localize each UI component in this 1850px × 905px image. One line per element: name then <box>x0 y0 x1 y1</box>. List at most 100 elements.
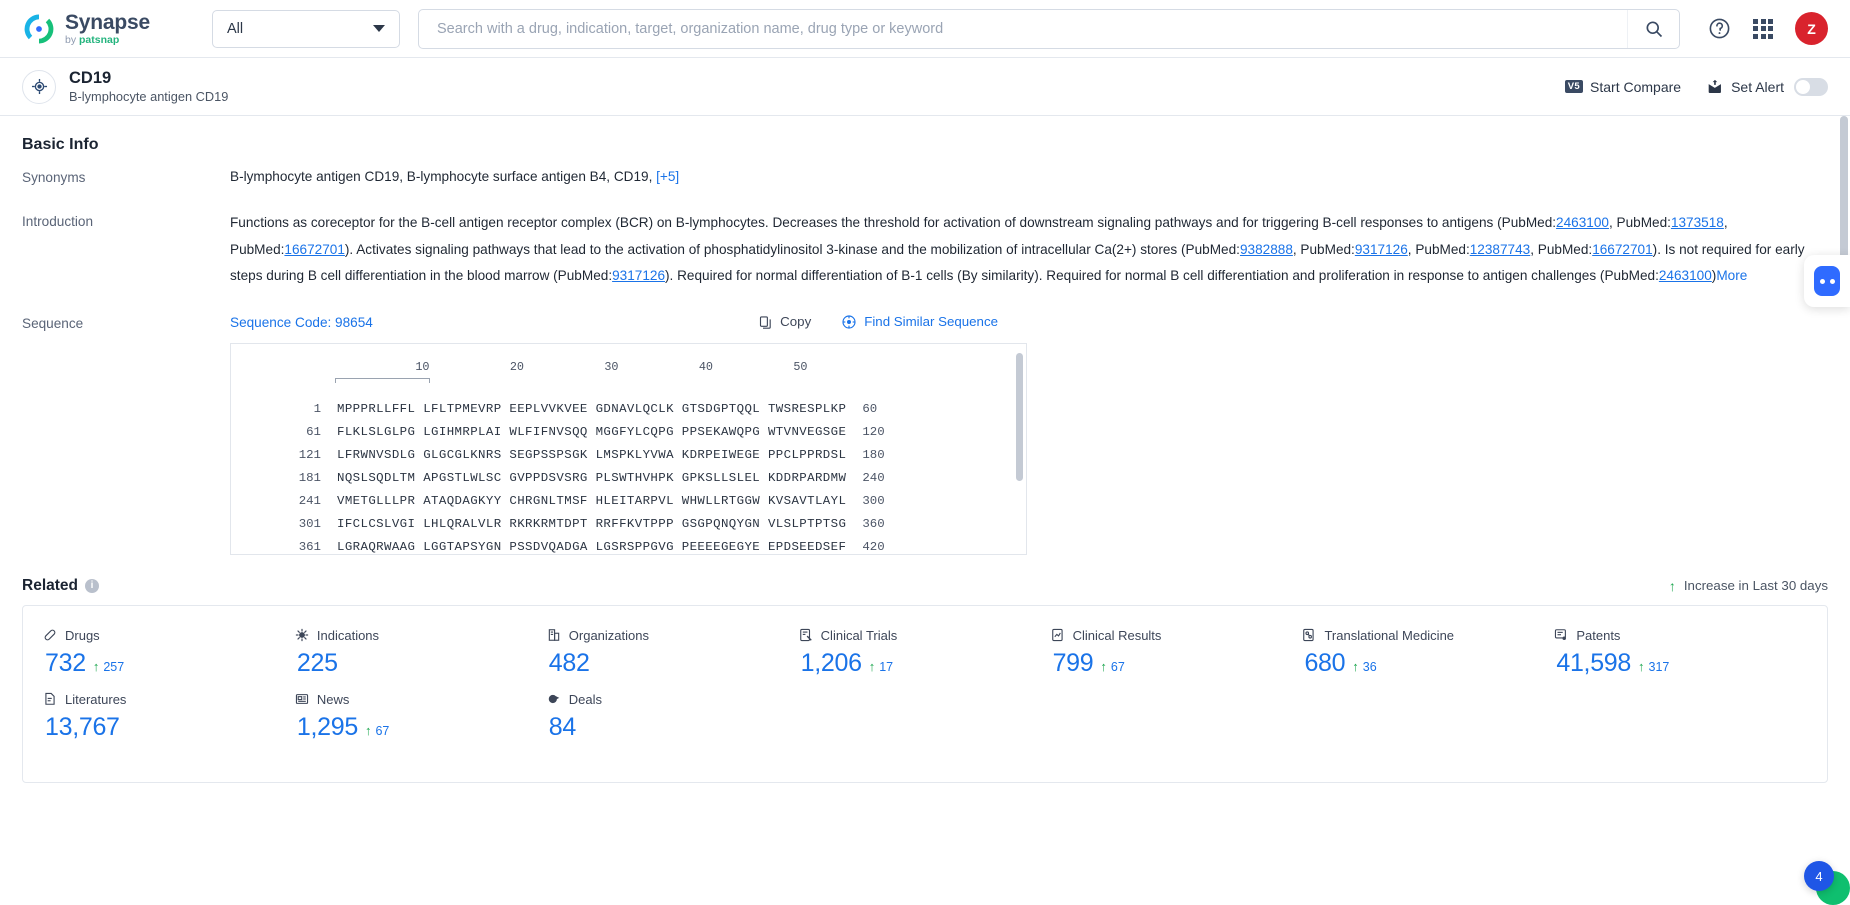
find-similar-icon <box>842 315 856 329</box>
sequence-start-index: 1 <box>313 401 321 416</box>
ruler-line <box>335 377 430 383</box>
v5-badge: V5 <box>1564 79 1584 94</box>
stat-value: 13,767 <box>45 712 120 741</box>
pubmed-link[interactable]: 9382888 <box>1240 242 1293 257</box>
stat-drugs[interactable]: Drugs 732 ↑ 257 <box>43 628 295 678</box>
sequence-residues: VMETGLLLPR ATAQDAGKYY CHRGNLTMSF HLEITAR… <box>337 493 847 508</box>
stat-deals[interactable]: Deals 84 <box>547 692 799 742</box>
sequence-line: 61 FLKLSLGLPG LGIHMRPLAI WLFIFNVSQQ MGGF… <box>231 421 1026 444</box>
pubmed-link[interactable]: 2463100 <box>1556 215 1609 230</box>
arrow-up-icon: ↑ <box>1668 577 1676 594</box>
help-button[interactable] <box>1708 17 1731 40</box>
ruler-tick: 30 <box>604 359 619 374</box>
copy-sequence-button[interactable]: Copy <box>758 312 811 333</box>
related-header: Related i ↑ Increase in Last 30 days <box>22 555 1828 605</box>
pill-icon <box>44 629 56 641</box>
target-icon-badge <box>22 69 56 104</box>
sequence-start-index: 181 <box>298 470 321 485</box>
search-scope-value: All <box>227 20 244 37</box>
stat-value: 732 <box>45 648 86 677</box>
search-input[interactable] <box>419 9 1627 48</box>
set-alert-toggle[interactable] <box>1794 77 1828 96</box>
stat-value: 41,598 <box>1556 648 1632 677</box>
info-icon[interactable]: i <box>85 578 99 593</box>
brand-logo[interactable]: Synapse by patsnap <box>22 12 190 46</box>
stat-organizations[interactable]: Organizations 482 <box>547 628 799 678</box>
start-compare-button[interactable]: V5 Start Compare <box>1564 79 1681 95</box>
search-bar <box>418 8 1680 49</box>
sequence-code[interactable]: Sequence Code: 98654 <box>230 312 373 333</box>
intro-seg-6: , PubMed: <box>1407 241 1470 257</box>
synonyms-more-link[interactable]: [+5] <box>656 169 679 184</box>
clinical-result-icon <box>1051 629 1063 642</box>
avatar[interactable]: Z <box>1795 12 1828 45</box>
sequence-header: Sequence Code: 98654 Copy Find Similar S… <box>230 312 1828 333</box>
set-alert-label: Set Alert <box>1731 78 1784 95</box>
sequence-end-index: 300 <box>862 493 885 508</box>
stat-indications[interactable]: Indications 225 <box>295 628 547 678</box>
deal-icon <box>548 695 560 704</box>
pubmed-link[interactable]: 9317126 <box>1355 242 1408 257</box>
stat-translational-medicine[interactable]: Translational Medicine 680 ↑ 36 <box>1302 628 1554 678</box>
find-similar-sequence-button[interactable]: Find Similar Sequence <box>841 312 998 333</box>
stat-label: News <box>316 691 350 707</box>
sequence-viewer[interactable]: 10 20 30 40 50 1 MPPPRLLFFL LFLTPMEVRP E… <box>230 342 1027 555</box>
introduction-more-link[interactable]: More <box>1716 268 1747 283</box>
page-content: Basic Info Synonyms B-lymphocyte antigen… <box>0 116 1850 783</box>
brand-by: by <box>65 33 77 46</box>
stat-label: Literatures <box>65 691 127 707</box>
sequence-start-index: 121 <box>298 447 321 462</box>
related-title: Related <box>22 576 78 594</box>
pubmed-link[interactable]: 9317126 <box>612 268 665 283</box>
synonyms-value: B-lymphocyte antigen CD19, B-lymphocyte … <box>230 169 653 184</box>
sequence-residues: MPPPRLLFFL LFLTPMEVRP EEPLVVKVEE GDNAVLQ… <box>337 401 847 416</box>
related-stats-card: Drugs 732 ↑ 257 Indications 225 Organiza… <box>22 604 1828 783</box>
building-icon <box>548 629 560 641</box>
intro-seg-5: , PubMed: <box>1292 241 1355 257</box>
apps-button[interactable] <box>1753 18 1773 39</box>
stat-delta-value: 67 <box>1110 659 1125 674</box>
notification-badge[interactable]: 4 <box>1804 861 1834 891</box>
sequence-scrollbar[interactable] <box>1016 352 1023 481</box>
sequence-start-index: 241 <box>298 493 321 508</box>
stat-news[interactable]: News 1,295 ↑ 67 <box>295 692 547 742</box>
search-scope-select[interactable]: All <box>212 9 400 48</box>
brand-company: patsnap <box>79 33 120 46</box>
stat-clinical-results[interactable]: Clinical Results 799 ↑ 67 <box>1051 628 1303 678</box>
introduction-row: Introduction Functions as coreceptor for… <box>22 210 1828 290</box>
stat-value: 84 <box>548 712 577 741</box>
brand-name: Synapse <box>65 10 150 34</box>
pubmed-link[interactable]: 16672701 <box>1592 242 1652 257</box>
intro-seg-2: , PubMed: <box>1608 215 1671 231</box>
intro-seg-7: , PubMed: <box>1530 241 1593 257</box>
pubmed-link[interactable]: 16672701 <box>284 242 344 257</box>
pubmed-link[interactable]: 2463100 <box>1659 268 1712 283</box>
introduction-label: Introduction <box>22 214 94 230</box>
set-alert-control[interactable]: Set Alert <box>1707 77 1828 96</box>
stat-label: Clinical Trials <box>820 627 898 643</box>
pubmed-link[interactable]: 12387743 <box>1470 242 1530 257</box>
increase-legend: ↑ Increase in Last 30 days <box>1669 578 1828 593</box>
stat-clinical-trials[interactable]: Clinical Trials 1,206 ↑ 17 <box>799 628 1051 678</box>
search-button[interactable] <box>1627 9 1679 48</box>
stat-patents[interactable]: Patents 41,598 ↑ 317 <box>1554 628 1806 678</box>
sequence-line: 361 LGRAQRWAAG LGGTAPSYGN PSSDVQADGA LGS… <box>231 536 1026 554</box>
apps-grid-icon <box>1753 18 1773 39</box>
stat-value: 680 <box>1304 648 1346 677</box>
ai-assistant-icon <box>1814 266 1840 296</box>
sequence-start-index: 361 <box>298 539 321 554</box>
stat-delta-value: 17 <box>879 659 894 674</box>
sequence-line: 1 MPPPRLLFFL LFLTPMEVRP EEPLVVKVEE GDNAV… <box>231 398 1026 421</box>
sequence-end-index: 120 <box>862 424 885 439</box>
translational-icon <box>1303 629 1315 642</box>
avatar-initial: Z <box>1807 20 1816 37</box>
sequence-line: 241 VMETGLLLPR ATAQDAGKYY CHRGNLTMSF HLE… <box>231 490 1026 513</box>
stat-label: Deals <box>568 691 603 707</box>
stat-literatures[interactable]: Literatures 13,767 <box>43 692 295 742</box>
literature-icon <box>45 693 55 705</box>
ai-assistant-button[interactable] <box>1804 255 1850 307</box>
notification-count: 4 <box>1815 868 1823 884</box>
pubmed-link[interactable]: 1373518 <box>1671 215 1724 230</box>
sequence-row: Sequence Sequence Code: 98654 Copy Find … <box>22 312 1828 555</box>
sequence-line: 181 NQSLSQDLTM APGSTLWLSC GVPPDSVSRG PLS… <box>231 467 1026 490</box>
